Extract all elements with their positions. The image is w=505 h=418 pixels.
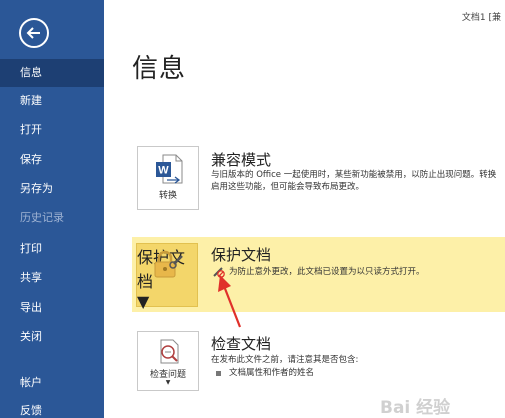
nav-export[interactable]: 导出 (0, 294, 104, 322)
nav-open[interactable]: 打开 (0, 116, 104, 144)
protect-document-desc: 为防止意外更改，此文档已设置为以只读方式打开。 (229, 267, 425, 277)
page-title: 信息 (132, 54, 187, 84)
compat-mode-title: 兼容模式 (211, 151, 272, 169)
nav-history: 历史记录 (20, 211, 64, 224)
inspect-document-icon (160, 339, 179, 364)
protect-document-title: 保护文档 (211, 246, 272, 264)
bullet-icon (216, 371, 221, 376)
lock-key-icon (154, 250, 183, 278)
inspect-document-desc: 在发布此文件之前，请注意其是否包含: (211, 355, 359, 365)
check-issues-button[interactable]: 检查问题 ▼ (137, 331, 199, 391)
convert-button[interactable]: W 转换 (137, 146, 199, 210)
protect-document-button[interactable]: 保护文档 ▼ (136, 243, 198, 311)
document-title: 文档1 [兼 (461, 13, 501, 23)
compat-mode-desc-line2: 启用这些功能，但可能会导致布局更改。 (211, 182, 365, 192)
nav-save-as[interactable]: 另存为 (0, 175, 104, 203)
nav-info[interactable]: 信息 (0, 59, 104, 87)
nav-save[interactable]: 保存 (0, 146, 104, 174)
nav-feedback[interactable]: 反馈 (0, 397, 104, 418)
nav-new[interactable]: 新建 (0, 87, 104, 115)
backstage-sidebar: 信息 新建 打开 保存 另存为 历史记录 打印 共享 导出 关闭 帐户 反馈 (0, 0, 104, 418)
info-panel: 文档1 [兼 信息 W 转换 兼容模式 与旧版本的 Office 一起使用时，某… (104, 0, 505, 418)
watermark: Bai 经验 (380, 398, 451, 418)
nav-print[interactable]: 打印 (0, 235, 104, 263)
word-document-icon: W (156, 154, 183, 184)
svg-text:W: W (158, 165, 169, 177)
nav-account[interactable]: 帐户 (0, 369, 104, 397)
red-annotation-arrow (218, 275, 242, 328)
inspect-document-bullet: 文档属性和作者的姓名 (229, 368, 315, 378)
back-button[interactable] (19, 18, 49, 48)
inspect-document-title: 检查文档 (211, 335, 272, 353)
protect-document-section: 保护文档 ▼ 保护文档 为防止意外更改，此文档已设置为以只读方式打开。 (132, 237, 505, 312)
nav-close[interactable]: 关闭 (0, 323, 104, 351)
nav-share[interactable]: 共享 (0, 264, 104, 292)
compat-mode-desc-line1: 与旧版本的 Office 一起使用时，某些新功能被禁用，以防止出现问题。转换 (211, 170, 497, 180)
arrow-left-icon (26, 27, 40, 39)
chevron-down-icon: ▼ (165, 379, 171, 386)
convert-button-label: 转换 (158, 191, 177, 201)
chevron-down-icon: ▼ (137, 292, 150, 311)
